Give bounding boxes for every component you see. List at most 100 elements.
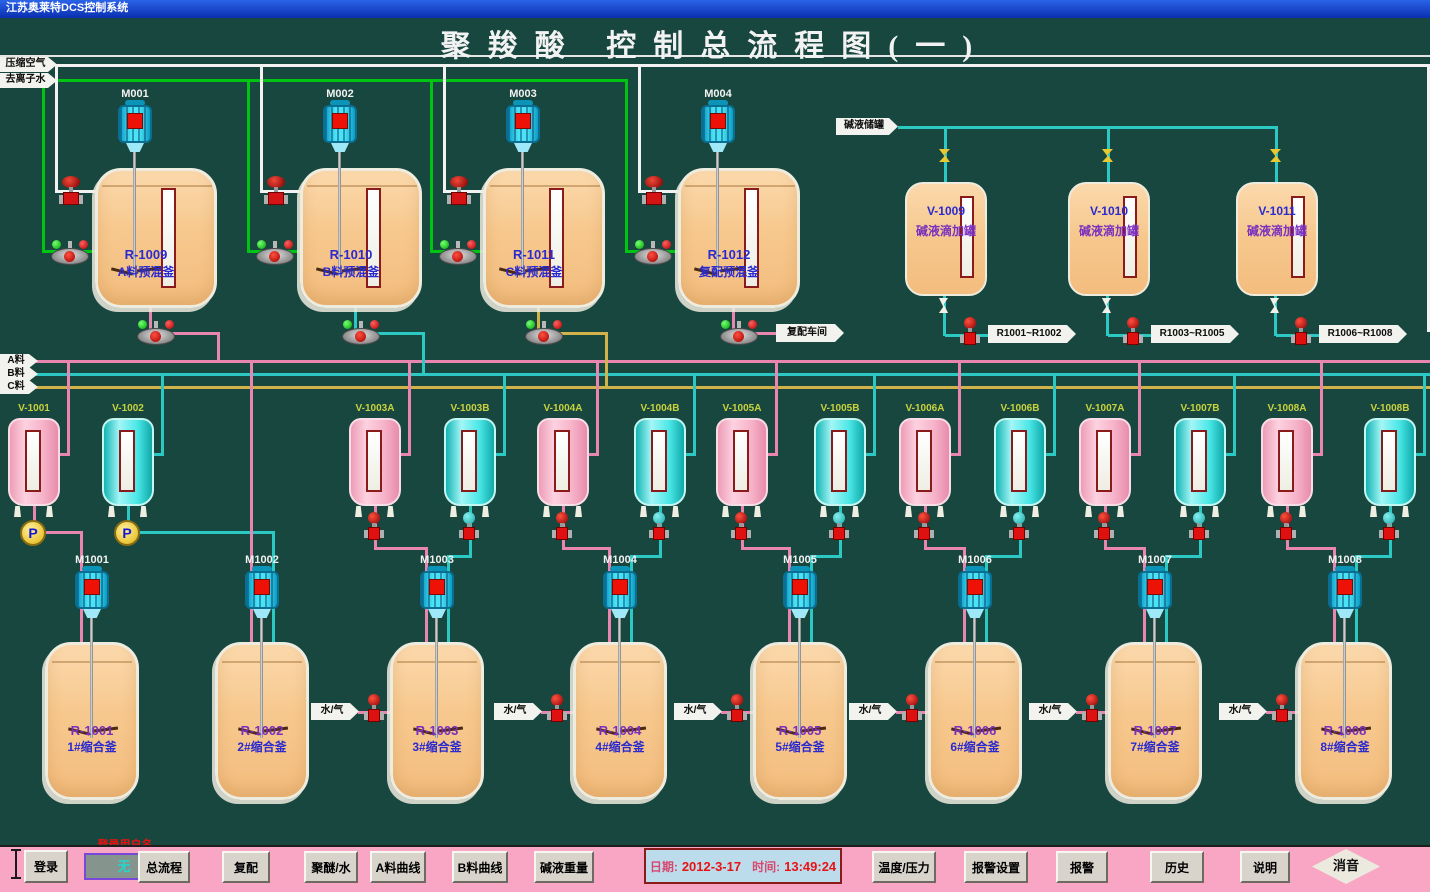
level-gauge [1381, 430, 1397, 492]
premix-reactor-vessel[interactable] [95, 168, 217, 308]
vessel-leg [640, 506, 647, 517]
control-valve-icon[interactable] [914, 512, 934, 540]
reactor-name-label: C料预混釜 [489, 266, 579, 280]
pump-icon[interactable]: P [114, 520, 140, 546]
compound-button[interactable]: 复配 [222, 851, 270, 883]
agitator-motor-icon[interactable] [701, 100, 735, 152]
control-valve-icon[interactable] [731, 512, 751, 540]
control-valve-icon[interactable] [1082, 694, 1102, 722]
pipe [898, 126, 1278, 129]
premix-reactor-vessel[interactable] [483, 168, 605, 308]
login-button[interactable]: 登录 [24, 850, 68, 883]
agitator-motor-icon[interactable] [323, 100, 357, 152]
pump-icon[interactable]: P [20, 520, 46, 546]
control-valve-icon[interactable] [1276, 512, 1296, 540]
globe-valve-icon[interactable] [264, 176, 288, 206]
control-valve-icon[interactable] [1272, 694, 1292, 722]
alarm-settings-button[interactable]: 报警设置 [964, 851, 1028, 883]
control-valve-icon[interactable] [829, 512, 849, 540]
agitator-motor-icon[interactable] [1138, 566, 1172, 618]
globe-valve-icon[interactable] [447, 176, 471, 206]
valve-body [63, 192, 79, 205]
motor-label: M1004 [598, 554, 642, 567]
overview-button[interactable]: 总流程 [138, 851, 190, 883]
agitator-motor-icon[interactable] [603, 566, 637, 618]
help-button[interactable]: 说明 [1240, 851, 1290, 883]
ball-valve-icon[interactable] [437, 240, 479, 266]
agitator-shaft [90, 616, 93, 738]
agitator-motor-icon[interactable] [245, 566, 279, 618]
pipe [1104, 547, 1146, 550]
control-valve-icon[interactable] [649, 512, 669, 540]
mute-button[interactable]: 消音 [1312, 849, 1380, 884]
alkali-tank-vessel[interactable] [1068, 182, 1150, 296]
reactor-name-label: 1#缩合釜 [51, 741, 133, 755]
valve-body [1086, 709, 1098, 722]
pipe [866, 453, 876, 456]
globe-valve-icon[interactable] [642, 176, 666, 206]
valve-body [646, 192, 662, 205]
vessel-leg [1299, 506, 1306, 517]
reactor-name-label: 2#缩合釜 [221, 741, 303, 755]
control-valve-icon[interactable] [1009, 512, 1029, 540]
isolation-valve-icon[interactable] [1270, 149, 1281, 162]
control-valve-icon[interactable] [552, 512, 572, 540]
b-curve-button[interactable]: B料曲线 [452, 851, 508, 883]
pipe [401, 453, 411, 456]
premix-reactor-vessel[interactable] [678, 168, 800, 308]
vessel-seam [490, 185, 600, 187]
polyether-water-button[interactable]: 聚醚/水 [304, 851, 358, 883]
agitator-motor-icon[interactable] [506, 100, 540, 152]
control-valve-icon[interactable] [547, 694, 567, 722]
temp-pressure-button[interactable]: 温度/压力 [872, 851, 936, 883]
agitator-motor-icon[interactable] [118, 100, 152, 152]
ball-valve-icon[interactable] [340, 320, 382, 346]
control-valve-icon[interactable] [727, 694, 747, 722]
control-valve-icon[interactable] [1291, 317, 1311, 345]
valve-flange [665, 530, 669, 538]
alkali-tank-vessel[interactable] [1236, 182, 1318, 296]
control-valve-icon[interactable] [364, 512, 384, 540]
a-curve-button[interactable]: A料曲线 [370, 851, 426, 883]
agitator-motor-icon[interactable] [783, 566, 817, 618]
vessel-leg [575, 506, 582, 517]
control-valve-icon[interactable] [1123, 317, 1143, 345]
valve-core [355, 331, 366, 342]
pipe [36, 373, 1430, 376]
agitator-motor-icon[interactable] [75, 566, 109, 618]
agitator-motor-icon[interactable] [958, 566, 992, 618]
agitator-motor-icon[interactable] [420, 566, 454, 618]
valve-flange [563, 712, 567, 720]
ball-valve-icon[interactable] [254, 240, 296, 266]
flow-flag-water-gas: 水/气 [674, 703, 722, 720]
control-valve-icon[interactable] [1189, 512, 1209, 540]
reactor-id-label: R-1009 [106, 248, 186, 263]
valve-open-lamp [721, 320, 730, 329]
control-valve-icon[interactable] [459, 512, 479, 540]
control-valve-icon[interactable] [960, 317, 980, 345]
control-valve-icon[interactable] [364, 694, 384, 722]
ball-valve-icon[interactable] [135, 320, 177, 346]
isolation-valve-icon[interactable] [1102, 149, 1113, 162]
control-valve-icon[interactable] [1094, 512, 1114, 540]
agitator-motor-icon[interactable] [1328, 566, 1362, 618]
alarm-button[interactable]: 报警 [1056, 851, 1108, 883]
globe-valve-icon[interactable] [59, 176, 83, 206]
valve-body [368, 709, 380, 722]
pipe [154, 453, 164, 456]
isolation-valve-icon[interactable] [939, 149, 950, 162]
history-button[interactable]: 历史 [1150, 851, 1204, 883]
control-valve-icon[interactable] [902, 694, 922, 722]
ball-valve-icon[interactable] [49, 240, 91, 266]
ball-valve-icon[interactable] [523, 320, 565, 346]
ball-valve-icon[interactable] [718, 320, 760, 346]
control-valve-icon[interactable] [1379, 512, 1399, 540]
flow-flag-water-gas: 水/气 [1219, 703, 1267, 720]
ball-valve-icon[interactable] [632, 240, 674, 266]
window-title: 江苏奥莱特DCS控制系统 [6, 2, 128, 14]
level-gauge [651, 430, 667, 492]
valve-flange [918, 712, 922, 720]
alkali-tank-vessel[interactable] [905, 182, 987, 296]
premix-reactor-vessel[interactable] [300, 168, 422, 308]
alkali-weight-button[interactable]: 碱液重量 [534, 851, 594, 883]
